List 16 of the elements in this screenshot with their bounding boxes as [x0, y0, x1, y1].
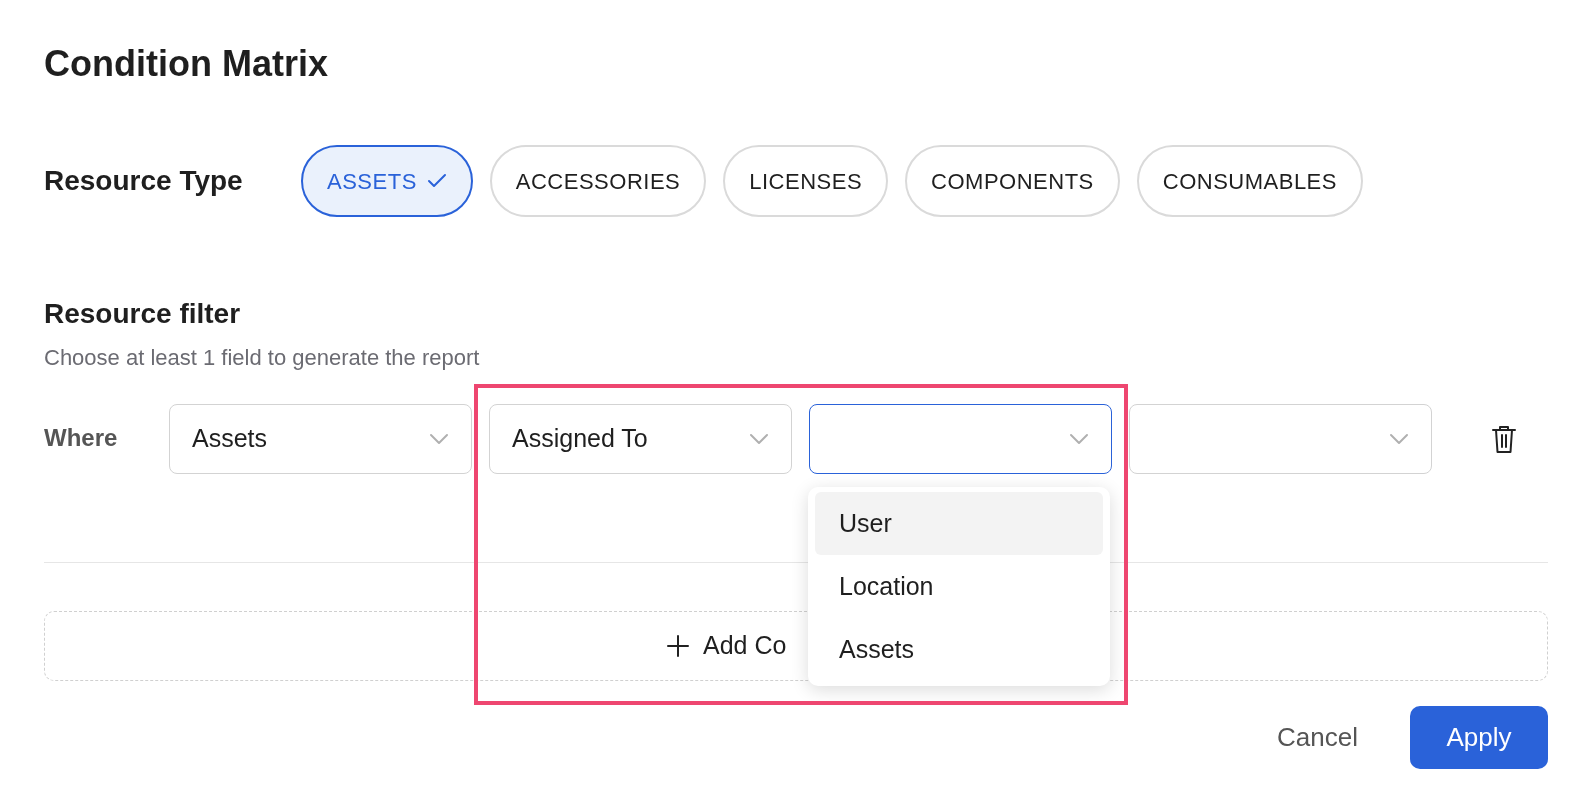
apply-button[interactable]: Apply — [1410, 705, 1548, 769]
cancel-button[interactable]: Cancel — [1271, 716, 1364, 758]
resource-type-chip[interactable]: ACCESSORIES — [489, 145, 707, 218]
hint-text: Choose at least 1 field to generate the report — [44, 343, 481, 372]
section-label: Resource Type — [44, 164, 244, 199]
resource-type-chip[interactable]: COMPONENTS — [905, 145, 1120, 218]
resource-type-chip[interactable]: ASSETS — [301, 145, 473, 218]
select-field[interactable]: Assets — [169, 403, 472, 474]
row-label: Where — [44, 422, 119, 453]
resource-type-chip[interactable]: CONSUMABLES — [1136, 145, 1363, 218]
select-field[interactable]: Assigned To — [489, 403, 792, 474]
resource-type-chip[interactable]: LICENSES — [723, 145, 889, 218]
dropdown-option[interactable]: Assets — [815, 617, 1103, 681]
dropdown-option[interactable]: User — [815, 491, 1103, 555]
dialog-title: Condition Matrix — [44, 42, 329, 86]
section-heading: Resource filter — [44, 297, 242, 331]
